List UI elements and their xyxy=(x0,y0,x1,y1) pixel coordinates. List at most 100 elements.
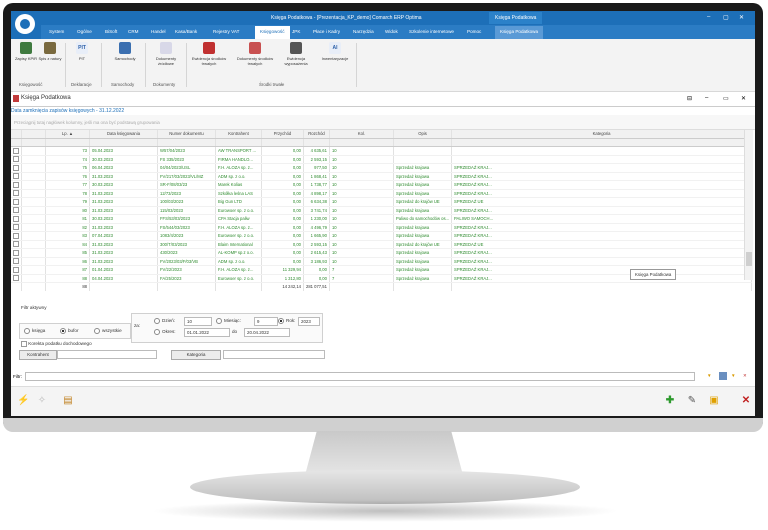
menu-crm[interactable]: CRM xyxy=(128,29,138,34)
table-row[interactable]: 79 31.03.2023 100/03/2023 Big Gun LTD 0,00 6 … xyxy=(11,197,753,207)
dokumenty-zrodlowe-button[interactable]: Dokumenty źródłowe xyxy=(149,42,183,66)
table-row[interactable]: 85 31.03.2023 430/2023 AL-KOMP sp.z o.o. 0,0… xyxy=(11,248,753,258)
col-numer[interactable]: Numer dokumentu xyxy=(157,130,216,139)
remove-filter-icon[interactable]: ✕ xyxy=(743,373,747,379)
row-checkbox[interactable] xyxy=(13,181,19,188)
row-checkbox[interactable] xyxy=(13,207,19,214)
col-przychod[interactable]: Przychód xyxy=(261,130,304,139)
edit-icon[interactable]: ✎ xyxy=(687,396,697,406)
menu-pomoc[interactable]: Pomoc xyxy=(467,29,481,34)
table-row[interactable]: 81 30.03.2023 FFS/53/03/2023 CPA Stacja pal… xyxy=(11,214,753,224)
row-checkbox[interactable] xyxy=(13,266,19,273)
zapisy-kpir-button[interactable]: Zapisy KPiR xyxy=(13,42,39,61)
row-checkbox[interactable] xyxy=(13,215,19,222)
filter-funnel-icon[interactable]: ▼ xyxy=(707,373,712,378)
korekta-checkbox[interactable]: Korekta podatku dochodowego xyxy=(21,341,92,347)
row-checkbox[interactable] xyxy=(13,147,19,154)
table-row[interactable]: 74 30.03.2023 FS 335/2023 FIRMA HANDLO... 0,… xyxy=(11,155,753,164)
dokumenty-srodkow-button[interactable]: Dokumenty środków trwałych xyxy=(235,42,275,66)
filter-cell[interactable] xyxy=(157,138,216,147)
table-row[interactable]: 78 31.03.2023 12/73/2023 Szkółka leśna LAS 0… xyxy=(11,189,753,198)
window-close-icon[interactable]: ✕ xyxy=(741,95,746,102)
ewidencja-wyposazenia-button[interactable]: Ewidencja wyposażenia xyxy=(279,42,313,66)
kategoria-field[interactable] xyxy=(223,350,325,359)
dzien-field[interactable]: 10 xyxy=(184,317,212,326)
radio-bufor[interactable]: bufor xyxy=(60,328,78,334)
add-icon[interactable]: ✚ xyxy=(665,396,675,406)
filter-cell[interactable] xyxy=(451,138,753,147)
app-logo-icon[interactable] xyxy=(11,11,41,39)
filter-cell[interactable] xyxy=(303,138,330,147)
col-kontrahent[interactable]: Kontrahent xyxy=(215,130,262,139)
menu-widok[interactable]: Widok xyxy=(385,29,398,34)
row-checkbox[interactable] xyxy=(13,198,19,205)
okres-to-field[interactable]: 20.04.2022 xyxy=(244,328,290,337)
row-checkbox[interactable] xyxy=(13,241,19,248)
delete-icon[interactable]: ▣ xyxy=(709,396,719,406)
menu-kasa-bank[interactable]: Kasa/Bank xyxy=(175,29,197,34)
filter-cell[interactable] xyxy=(261,138,304,147)
col-data[interactable]: Data księgowania xyxy=(89,130,158,139)
table-row[interactable]: 75 06.04.2023 04/04/2023/USL F.H. ALOZA sp.… xyxy=(11,163,753,173)
okres-from-field[interactable]: 01.01.2022 xyxy=(184,328,230,337)
row-checkbox[interactable] xyxy=(13,156,19,163)
window-restore-icon[interactable]: ▭ xyxy=(723,95,729,102)
filter-string-field[interactable] xyxy=(25,372,695,381)
table-row[interactable]: 73 05.04.2023 W57/04/2023 AW TRANSPORT ... 0… xyxy=(11,146,753,156)
scrollbar-thumb[interactable] xyxy=(746,252,752,266)
table-row[interactable]: 83 07.04.2023 1083/4/2023 Eurowoer sp. z o.… xyxy=(11,231,753,241)
row-checkbox[interactable] xyxy=(13,173,19,180)
handshake-icon[interactable]: ✧ xyxy=(37,396,47,406)
pit-button[interactable]: PIT PIT xyxy=(69,42,95,61)
inwentaryzacje-button[interactable]: AI Inwentaryzacje xyxy=(317,42,353,61)
row-checkbox[interactable] xyxy=(13,232,19,239)
minimize-icon[interactable]: – xyxy=(707,14,710,20)
table-row[interactable]: 77 30.03.2023 SR-F/08/03/23 Marek Kolias 0,0… xyxy=(11,180,753,190)
table-row[interactable]: 80 31.03.2023 115/03/2023 Eurowoer sp. z o.… xyxy=(11,206,753,215)
rok-field[interactable]: 2023 xyxy=(298,317,320,326)
col-kol[interactable]: Kol. xyxy=(329,130,394,139)
row-checkbox[interactable] xyxy=(13,190,19,197)
kontrahent-button[interactable]: Kontrahent xyxy=(19,350,57,360)
menu-narz-dzia[interactable]: Narzędzia xyxy=(353,29,374,34)
col-lp[interactable]: Lp. ▲ xyxy=(45,130,90,139)
menu-og-lne[interactable]: Ogólne xyxy=(77,29,92,34)
filter-cell[interactable] xyxy=(329,138,394,147)
radio-ksiega[interactable]: księga xyxy=(24,328,45,334)
filter-cell[interactable] xyxy=(45,138,90,147)
row-checkbox[interactable] xyxy=(13,275,19,282)
close-icon[interactable]: ✕ xyxy=(739,14,744,21)
okres-radio[interactable]: Okres: xyxy=(154,329,176,335)
apply-filter-icon[interactable] xyxy=(719,372,727,380)
radio-wszystkie[interactable]: wszystkie xyxy=(94,328,122,334)
menu-jpk[interactable]: JPK xyxy=(292,29,300,34)
filter-cell[interactable] xyxy=(89,138,158,147)
table-row[interactable]: 76 31.03.2023 FV/217/03/2023/VL/MZ ADM sp. … xyxy=(11,172,753,181)
kategoria-button[interactable]: Kategoria xyxy=(171,350,221,360)
menu-rejestry-vat[interactable]: Rejestry VAT xyxy=(213,29,239,34)
window-pin-icon[interactable]: ⊟ xyxy=(687,95,692,102)
table-row[interactable]: 86 31.03.2023 FV/2023/03/F/03/VB ADM sp. z … xyxy=(11,257,753,266)
kontrahent-field[interactable] xyxy=(57,350,157,359)
menu-system[interactable]: System xyxy=(49,29,64,34)
menu-handel[interactable]: Handel xyxy=(151,29,166,34)
row-checkbox[interactable] xyxy=(13,258,19,265)
ewidencja-srodkow-button[interactable]: Ewidencja środków trwałych xyxy=(191,42,227,66)
menu-bisoft[interactable]: BiSoft xyxy=(105,29,117,34)
group-by-area[interactable]: Przeciągnij tutaj nagłówek kolumny, jeśl… xyxy=(11,115,755,130)
dzien-radio[interactable]: Dzień: xyxy=(154,318,175,324)
grid-scrollbar[interactable] xyxy=(744,130,753,280)
rok-radio[interactable]: Rok: xyxy=(278,318,295,324)
print-icon[interactable]: ▤ xyxy=(63,396,73,406)
col-kategoria[interactable]: Kategoria xyxy=(451,130,753,139)
menu-p-ace-i-kadry[interactable]: Płace i Kadry xyxy=(313,29,340,34)
table-row[interactable]: 84 31.03.2023 300/T/03/2023 Blaim Internati… xyxy=(11,240,753,249)
lightning-icon[interactable]: ⚡ xyxy=(17,396,29,406)
window-minimize-icon[interactable]: – xyxy=(705,95,708,101)
col-rozchod[interactable]: Rozchód xyxy=(303,130,330,139)
samochody-button[interactable]: Samochody xyxy=(107,42,143,61)
filter-cell[interactable] xyxy=(393,138,453,147)
row-checkbox[interactable] xyxy=(13,224,19,231)
menu-ksi-gowo-[interactable]: Księgowość xyxy=(255,26,290,40)
row-checkbox[interactable] xyxy=(13,164,19,171)
